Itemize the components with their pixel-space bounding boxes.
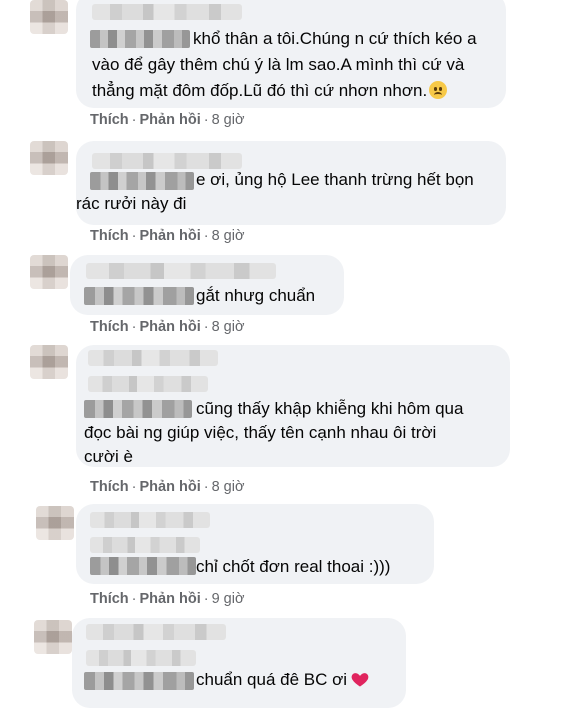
reply-link[interactable]: Phản hồi	[140, 319, 201, 335]
comment-text-line: e ơi, ủng hộ Lee thanh trừng hết bọn	[196, 170, 474, 189]
like-link[interactable]: Thích	[90, 319, 129, 335]
separator: ·	[203, 479, 209, 495]
comment-text-line: vào để gây thêm chú ý là lm sao.A mình t…	[92, 55, 465, 74]
mention-redacted[interactable]	[90, 557, 196, 575]
comment-text: chuẩn quá đê BC ơi	[196, 670, 348, 689]
commenter-name-redacted[interactable]	[90, 512, 210, 528]
comment-actions: Thích · Phản hồi · 8 giờ	[90, 227, 244, 245]
timestamp[interactable]: 8 giờ	[212, 319, 245, 335]
separator: ·	[203, 112, 209, 128]
reply-link[interactable]: Phản hồi	[140, 479, 201, 495]
commenter-name-redacted[interactable]	[92, 4, 242, 20]
timestamp[interactable]: 8 giờ	[212, 479, 245, 495]
separator: ·	[203, 591, 209, 607]
timestamp[interactable]: 8 giờ	[212, 228, 245, 244]
comment-text-line: cười è	[84, 447, 133, 466]
mention-redacted[interactable]	[84, 287, 194, 305]
avatar[interactable]	[30, 255, 68, 289]
comment-text-line: chuẩn quá đê BC ơi	[196, 668, 370, 692]
comment-text-line: thẳng mặt đôm đốp.Lũ đó thì cứ nhơn nhơn…	[92, 79, 448, 103]
separator: ·	[131, 112, 137, 128]
commenter-name-redacted[interactable]	[86, 263, 276, 279]
separator: ·	[131, 228, 137, 244]
comment-actions: Thích · Phản hồi · 9 giờ	[90, 590, 244, 608]
comment-actions: Thích · Phản hồi · 8 giờ	[90, 478, 244, 496]
mention-redacted[interactable]	[90, 30, 190, 48]
separator: ·	[203, 319, 209, 335]
avatar[interactable]	[30, 141, 68, 175]
separator: ·	[131, 591, 137, 607]
mention-redacted[interactable]	[84, 400, 192, 418]
comment-text: thẳng mặt đôm đốp.Lũ đó thì cứ nhơn nhơn…	[92, 81, 428, 100]
comment-text-line: đọc bài ng giúp việc, thấy tên cạnh nhau…	[84, 423, 437, 442]
timestamp[interactable]: 8 giờ	[212, 112, 245, 128]
like-link[interactable]: Thích	[90, 479, 129, 495]
commenter-name-redacted[interactable]	[90, 537, 200, 553]
reply-link[interactable]: Phản hồi	[140, 228, 201, 244]
commenter-name-redacted[interactable]	[88, 350, 218, 366]
mention-redacted[interactable]	[90, 172, 194, 190]
comment-text-line: gắt nhưg chuẩn	[196, 286, 316, 305]
comment-actions: Thích · Phản hồi · 8 giờ	[90, 111, 244, 129]
reply-link[interactable]: Phản hồi	[140, 591, 201, 607]
avatar[interactable]	[30, 0, 68, 34]
comment-text-line: khổ thân a tôi.Chúng n cứ thích kéo a	[193, 29, 477, 48]
comment-text-line: rác rưởi này đi	[76, 194, 187, 213]
commenter-name-redacted[interactable]	[88, 376, 208, 392]
comment-text-line: chỉ chốt đơn real thoai :)))	[196, 557, 391, 576]
separator: ·	[131, 479, 137, 495]
separator: ·	[203, 228, 209, 244]
mention-redacted[interactable]	[84, 672, 194, 690]
avatar[interactable]	[36, 506, 74, 540]
avatar[interactable]	[30, 345, 68, 379]
timestamp[interactable]: 9 giờ	[212, 591, 245, 607]
commenter-name-redacted[interactable]	[92, 153, 242, 169]
avatar[interactable]	[34, 620, 72, 654]
commenter-name-redacted[interactable]	[86, 650, 196, 666]
like-link[interactable]: Thích	[90, 591, 129, 607]
comment-text-line: cũng thấy khập khiễng khi hôm qua	[196, 399, 464, 418]
reply-link[interactable]: Phản hồi	[140, 112, 201, 128]
comment-actions: Thích · Phản hồi · 8 giờ	[90, 318, 244, 336]
sad-face-emoji	[429, 81, 448, 99]
separator: ·	[131, 319, 137, 335]
like-link[interactable]: Thích	[90, 112, 129, 128]
commenter-name-redacted[interactable]	[86, 624, 226, 640]
red-heart-emoji	[351, 673, 369, 687]
like-link[interactable]: Thích	[90, 228, 129, 244]
